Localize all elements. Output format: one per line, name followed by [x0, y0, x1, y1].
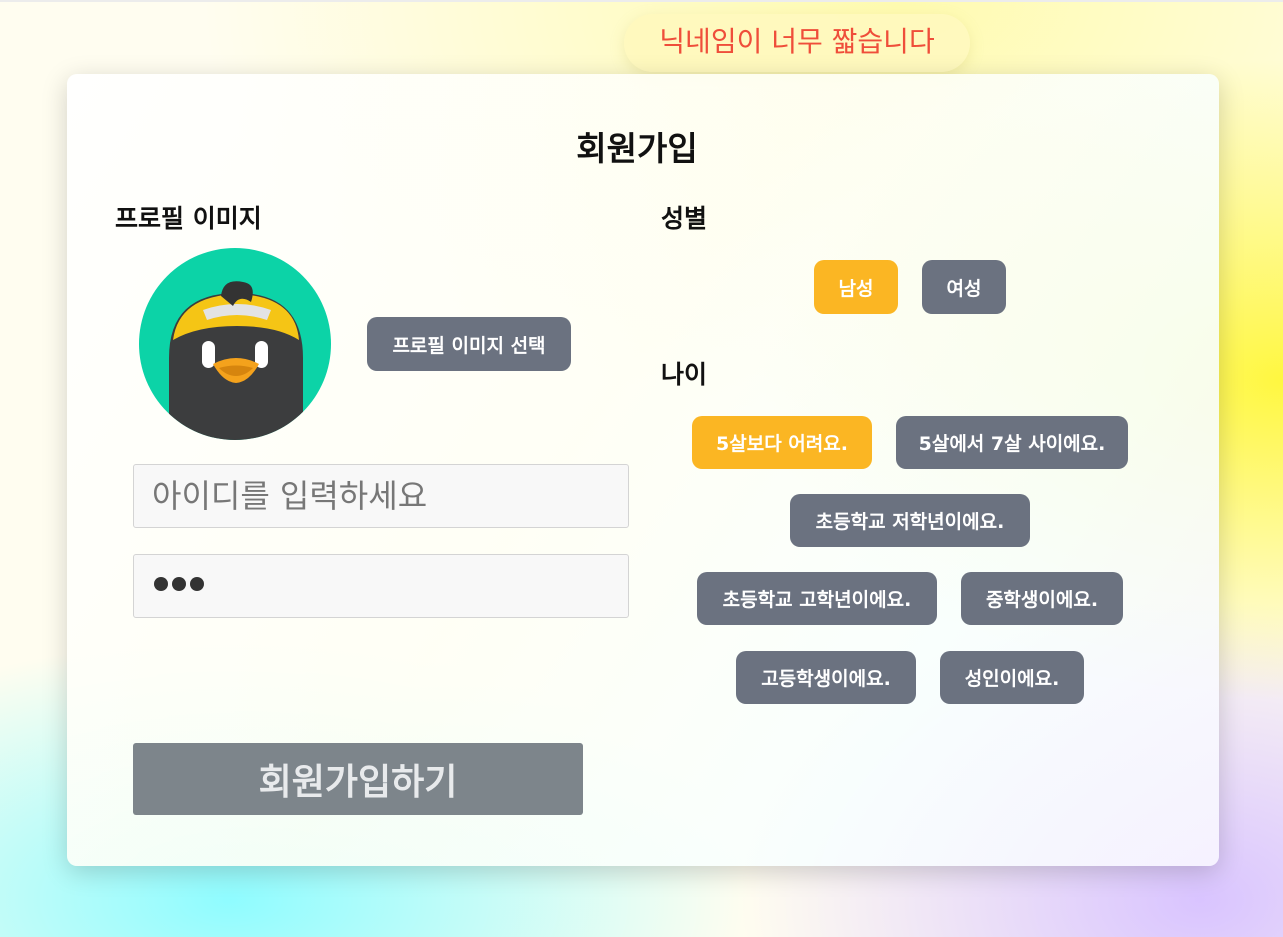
page-title: 회원가입: [576, 129, 698, 168]
age-option-adult[interactable]: 성인이에요.: [940, 651, 1084, 704]
password-dot: [172, 577, 186, 591]
toast-message: 닉네임이 너무 짧습니다: [659, 25, 935, 58]
age-option-elementary-upper[interactable]: 초등학교 고학년이에요.: [697, 572, 937, 625]
age-option-under-5[interactable]: 5살보다 어려요.: [692, 416, 872, 469]
gender-option-female[interactable]: 여성: [922, 260, 1006, 314]
signup-card: 회원가입 프로필 이미지 프로필 이미지 선택 아이디를 입력하세요 회원가입하…: [67, 74, 1219, 866]
password-dot: [190, 577, 204, 591]
id-field-container: [133, 464, 629, 528]
top-border: [0, 0, 1283, 2]
password-dot: [154, 577, 168, 591]
age-option-5-to-7[interactable]: 5살에서 7살 사이에요.: [896, 416, 1128, 469]
profile-image-label: 프로필 이미지: [115, 204, 262, 233]
age-option-high-school[interactable]: 고등학생이에요.: [736, 651, 916, 704]
id-input[interactable]: [134, 465, 628, 527]
age-option-elementary-lower[interactable]: 초등학교 저학년이에요.: [790, 494, 1030, 547]
age-label: 나이: [661, 360, 708, 389]
age-option-middle-school[interactable]: 중학생이에요.: [961, 572, 1123, 625]
penguin-avatar-icon: [139, 248, 331, 440]
select-profile-image-button[interactable]: 프로필 이미지 선택: [367, 317, 571, 371]
signup-submit-button[interactable]: 회원가입하기: [133, 743, 583, 815]
gender-label: 성별: [661, 204, 708, 233]
gender-option-male[interactable]: 남성: [814, 260, 898, 314]
error-toast: 닉네임이 너무 짧습니다: [624, 14, 970, 72]
password-mask: [154, 577, 204, 591]
password-field[interactable]: [133, 554, 629, 618]
